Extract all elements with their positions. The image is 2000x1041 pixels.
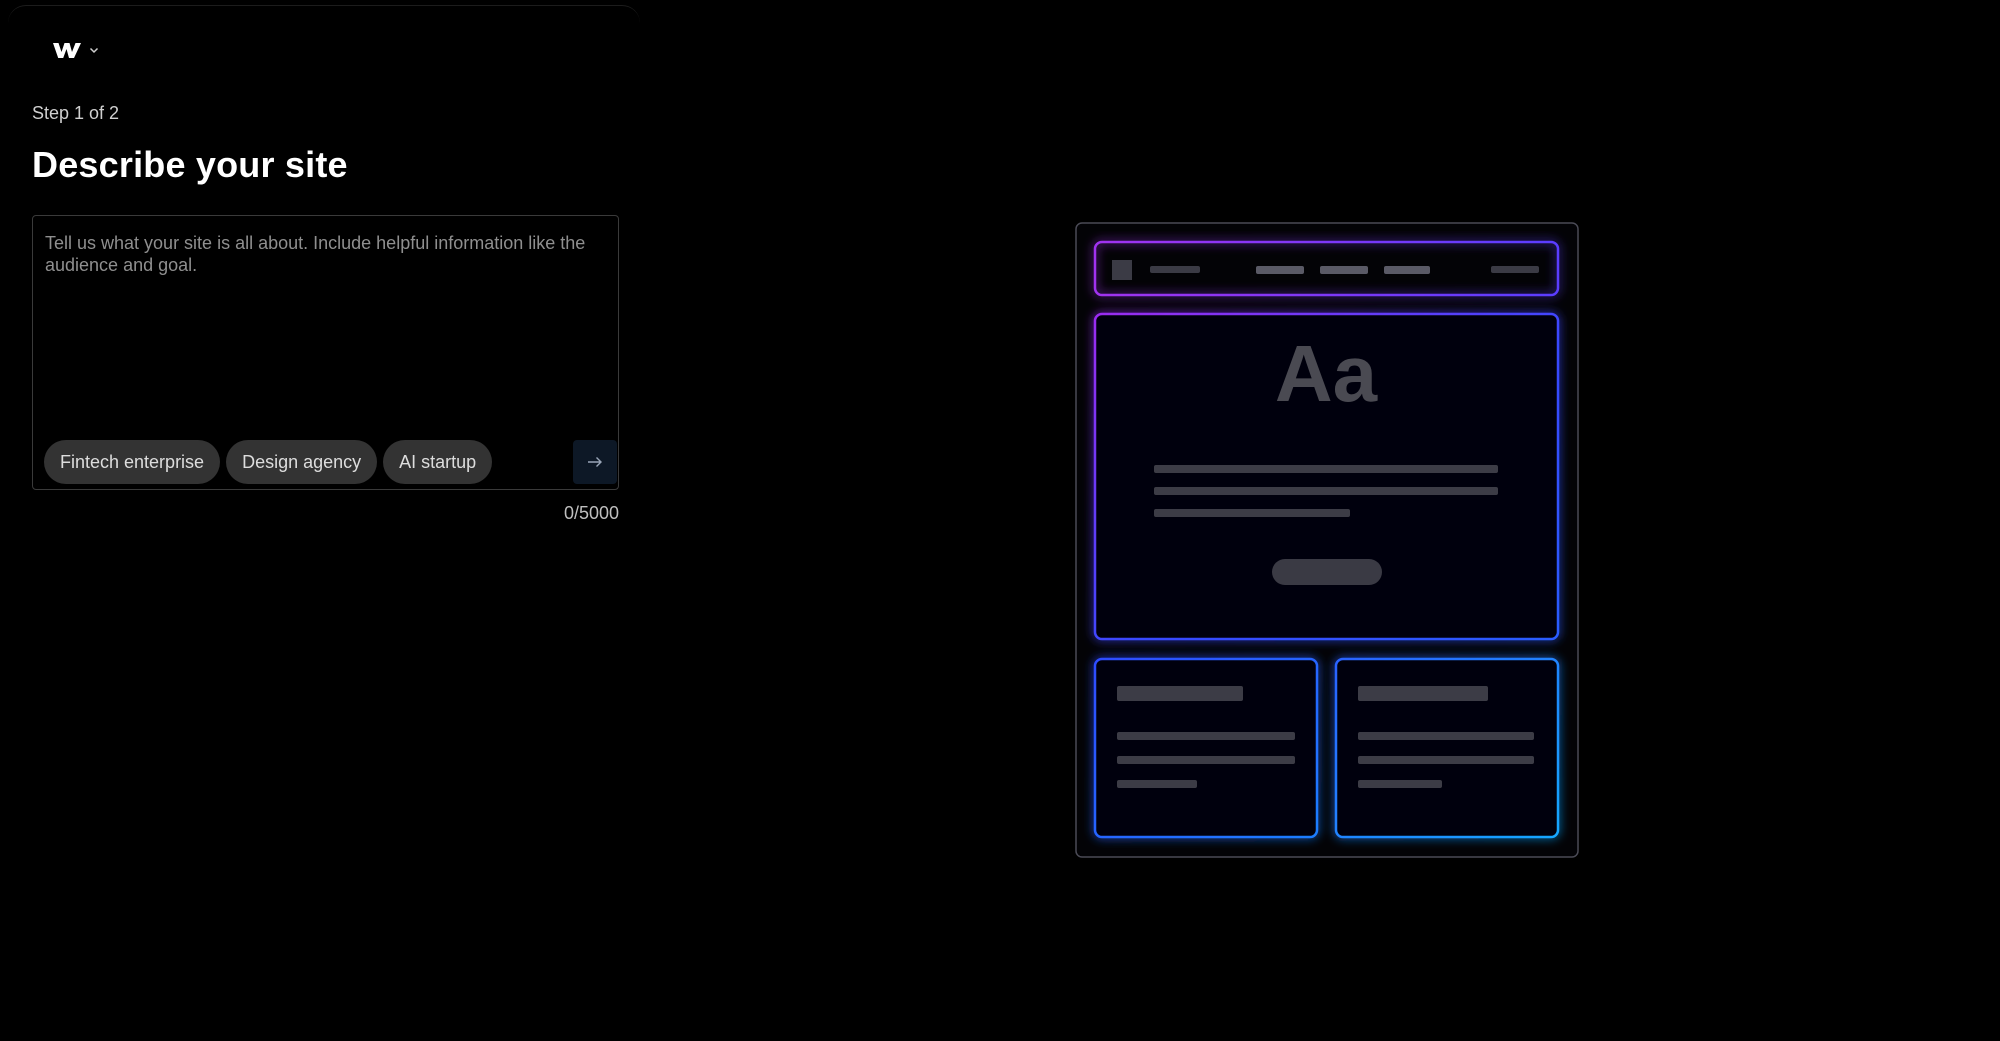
page-title: Describe your site bbox=[32, 144, 348, 185]
suggestion-chip-design-agency[interactable]: Design agency bbox=[226, 440, 378, 484]
card-heading-placeholder bbox=[1117, 686, 1243, 701]
suggestion-chips: Fintech enterprise Design agency AI star… bbox=[44, 440, 493, 484]
wireframe-illustration: Aa bbox=[1050, 185, 1610, 905]
site-preview-illustration: Aa bbox=[1050, 185, 1610, 905]
page: Step 1 of 2 Describe your site Fintech e… bbox=[0, 0, 2000, 1041]
hero-text-line bbox=[1154, 465, 1498, 473]
site-description-input[interactable] bbox=[45, 232, 605, 412]
nav-link-placeholder bbox=[1150, 266, 1200, 273]
card-heading-placeholder bbox=[1358, 686, 1488, 701]
submit-button[interactable] bbox=[573, 440, 617, 484]
hero-heading-sample: Aa bbox=[1275, 329, 1378, 418]
workspace-menu-button[interactable] bbox=[52, 40, 100, 60]
hero-text-line bbox=[1154, 487, 1498, 495]
prompt-box: Fintech enterprise Design agency AI star… bbox=[32, 215, 619, 490]
card-text-line bbox=[1117, 732, 1295, 740]
nav-link-placeholder bbox=[1256, 266, 1304, 274]
step-indicator: Step 1 of 2 bbox=[32, 103, 120, 123]
card-text-line bbox=[1358, 732, 1534, 740]
webflow-logo-icon bbox=[53, 43, 81, 58]
character-count: 0/5000 bbox=[563, 503, 619, 523]
hero-button-placeholder bbox=[1272, 559, 1382, 585]
card-text-line bbox=[1358, 780, 1442, 788]
nav-link-placeholder bbox=[1320, 266, 1368, 274]
nav-link-placeholder bbox=[1491, 266, 1539, 273]
card-text-line bbox=[1358, 756, 1534, 764]
card-text-line bbox=[1117, 780, 1197, 788]
suggestion-chip-ai-startup[interactable]: AI startup bbox=[383, 440, 493, 484]
feature-card-right bbox=[1334, 657, 1560, 839]
nav-logo-placeholder bbox=[1112, 260, 1132, 280]
feature-card-left bbox=[1093, 657, 1319, 839]
left-panel: Step 1 of 2 Describe your site Fintech e… bbox=[8, 5, 640, 1035]
card-text-line bbox=[1117, 756, 1295, 764]
hero-text-line bbox=[1154, 509, 1350, 517]
chevron-down-icon bbox=[89, 47, 99, 54]
arrow-right-icon bbox=[588, 457, 602, 467]
suggestion-chip-fintech-enterprise[interactable]: Fintech enterprise bbox=[44, 440, 221, 484]
nav-link-placeholder bbox=[1384, 266, 1430, 274]
